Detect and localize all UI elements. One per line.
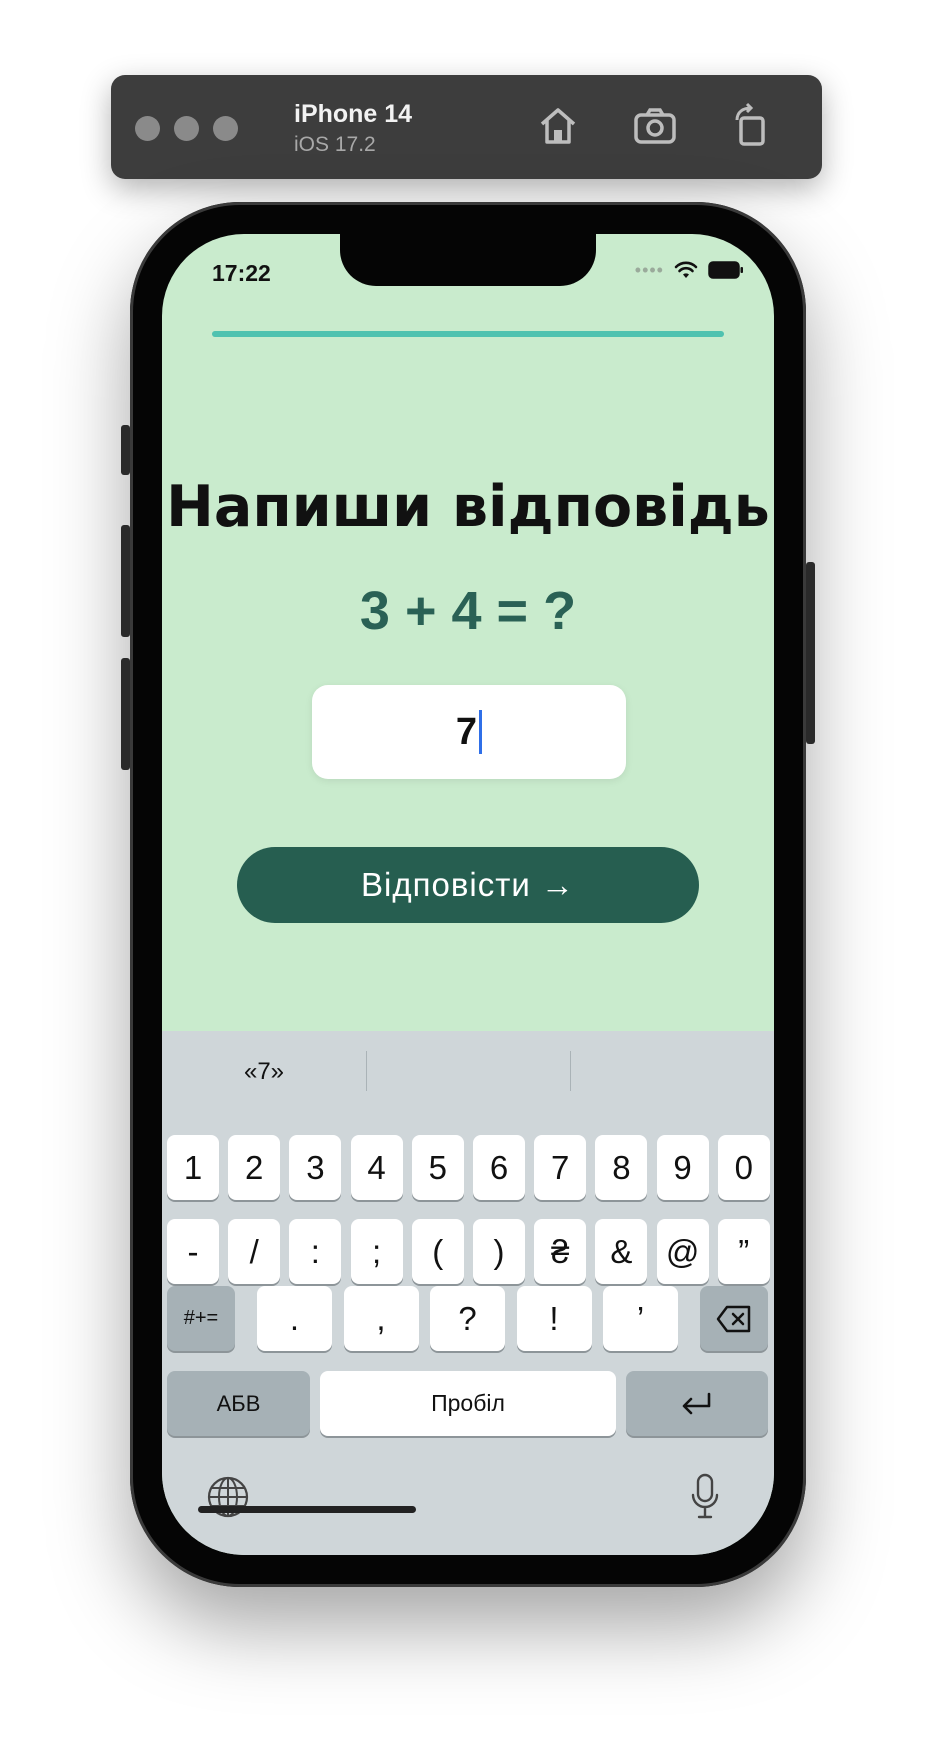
keyboard: «7» 1234567890 - /:;() ₴ & @” .,?!’ #+= АБВ … (162, 1031, 774, 1555)
answer-value: 7 (455, 710, 478, 753)
key-row2-5[interactable]: ) (473, 1219, 525, 1284)
key-row2-8[interactable]: @ (656, 1219, 709, 1284)
key-row1-4[interactable]: 5 (411, 1135, 464, 1200)
key-row1-1[interactable]: 2 (228, 1135, 281, 1200)
cellular-icon: •••• (634, 259, 664, 280)
key-row1-5[interactable]: 6 (473, 1135, 525, 1200)
suggestion-3[interactable] (570, 1031, 774, 1113)
rotate-icon[interactable] (727, 102, 775, 150)
suggestion-2[interactable] (366, 1031, 570, 1113)
key-row2-9[interactable]: ” (717, 1219, 770, 1284)
key-row1-7[interactable]: 8 (595, 1135, 648, 1200)
math-equation: 3 + 4 = ? (359, 581, 577, 641)
key-row3-3[interactable]: ! (516, 1286, 592, 1351)
space-key[interactable]: Пробіл (320, 1371, 616, 1436)
device-name: iPhone 14 (294, 100, 413, 128)
text-cursor (479, 710, 483, 754)
key-row2-2[interactable]: : (289, 1219, 342, 1284)
return-icon (682, 1392, 711, 1414)
key-row2-3[interactable]: ; (350, 1219, 403, 1284)
simulator-toolbar: iPhone 14 iOS 17.2 (111, 75, 822, 179)
return-key[interactable] (626, 1371, 768, 1436)
key-row3-0[interactable]: . (257, 1286, 332, 1351)
volume-up-button (121, 525, 130, 637)
key-row3-1[interactable]: , (343, 1286, 419, 1351)
progress-bar (212, 331, 724, 337)
os-version: iOS 17.2 (294, 133, 376, 156)
abc-key[interactable]: АБВ (167, 1371, 310, 1436)
key-row1-9[interactable]: 0 (717, 1135, 770, 1200)
answer-input[interactable]: 7 (312, 685, 626, 779)
home-indicator[interactable] (198, 1506, 416, 1513)
key-row3-4[interactable]: ’ (603, 1286, 678, 1351)
status-icons: •••• (635, 258, 744, 282)
key-row2-4[interactable]: ( (411, 1219, 464, 1284)
progress-fill (212, 331, 724, 337)
mute-switch (121, 425, 130, 475)
suggestion-bar: «7» (162, 1031, 774, 1113)
phone-screen: 17:22 •••• Напиши відповідь 3 + 4 = ? 7 … (162, 234, 774, 1555)
power-button (806, 562, 815, 744)
key-row3-2[interactable]: ? (430, 1286, 505, 1351)
notch (340, 234, 596, 286)
status-time: 17:22 (212, 260, 271, 286)
microphone-icon[interactable] (690, 1473, 720, 1521)
window-zoom-dot[interactable] (213, 116, 238, 141)
key-row2-7[interactable]: & (595, 1219, 648, 1284)
home-icon[interactable] (534, 102, 582, 150)
battery-icon (708, 261, 743, 279)
key-row2-6[interactable]: ₴ (534, 1219, 587, 1284)
screenshot-icon[interactable] (631, 102, 679, 150)
key-row2-1[interactable]: / (228, 1219, 281, 1284)
key-row1-3[interactable]: 4 (350, 1135, 403, 1200)
key-row2-0[interactable]: - (167, 1219, 219, 1284)
symbols-key[interactable]: #+= (167, 1286, 235, 1351)
backspace-icon (716, 1305, 751, 1332)
key-row1-8[interactable]: 9 (656, 1135, 709, 1200)
key-row1-2[interactable]: 3 (289, 1135, 342, 1200)
window-minimize-dot[interactable] (174, 116, 199, 141)
question-headline: Напиши відповідь (166, 474, 770, 540)
backspace-key[interactable] (700, 1286, 768, 1351)
window-close-dot[interactable] (135, 116, 160, 141)
volume-down-button (121, 658, 130, 770)
key-row1-0[interactable]: 1 (167, 1135, 219, 1200)
key-row1-6[interactable]: 7 (534, 1135, 587, 1200)
suggestion-1[interactable]: «7» (162, 1031, 366, 1113)
submit-answer-button[interactable]: Відповісти → (237, 847, 699, 923)
wifi-icon (674, 261, 698, 278)
